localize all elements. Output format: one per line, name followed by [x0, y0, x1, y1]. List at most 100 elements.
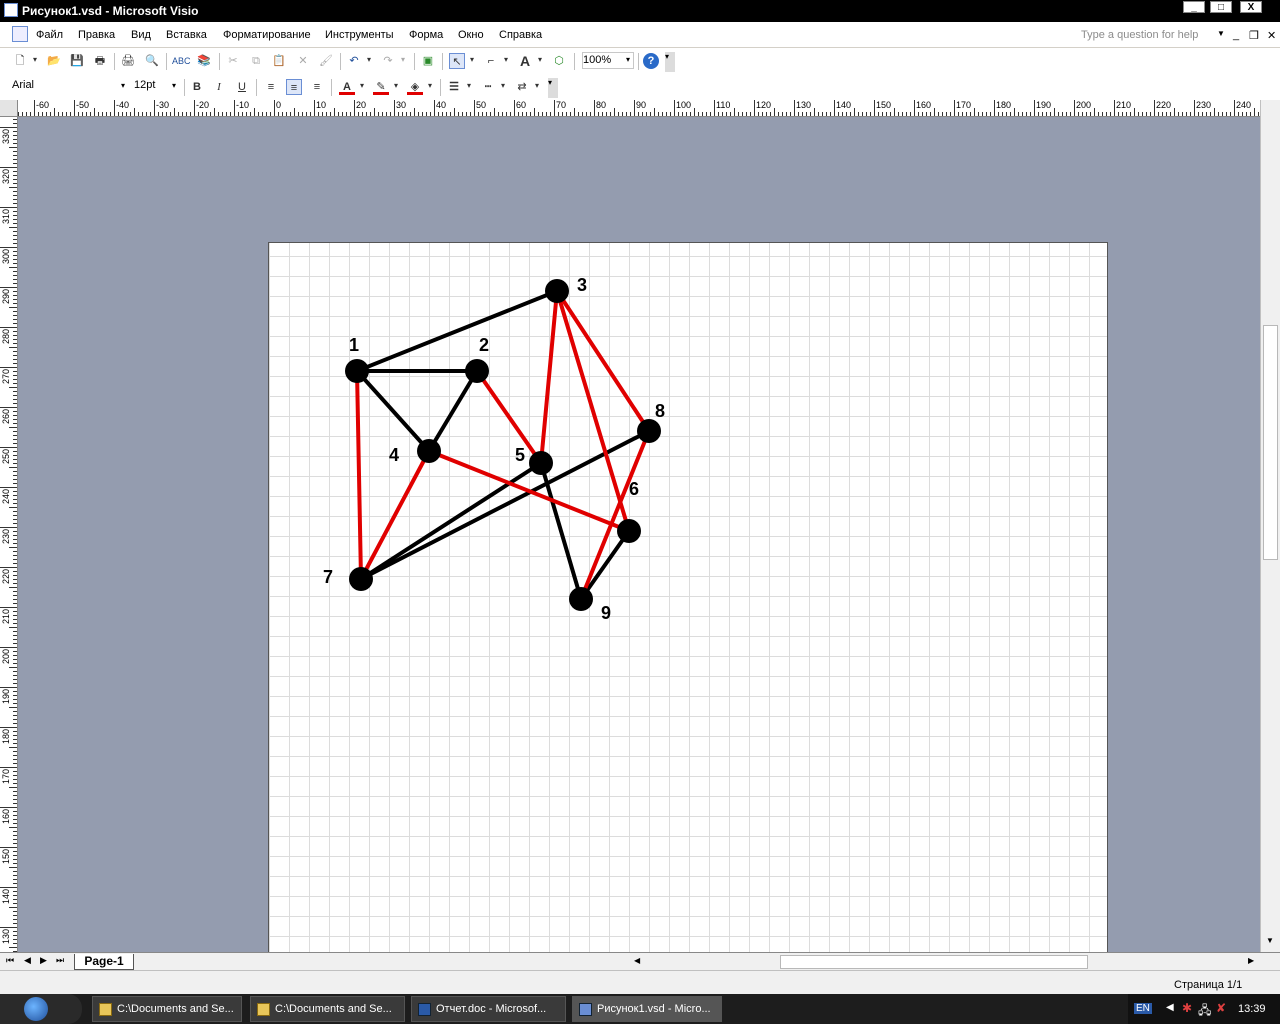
document-icon[interactable]: [12, 26, 28, 42]
tray-expand-icon[interactable]: ◀: [1166, 1002, 1174, 1013]
connector-tool-icon[interactable]: ⌐: [483, 53, 499, 69]
node-7[interactable]: [349, 567, 373, 591]
scroll-right-icon[interactable]: ▶: [1248, 956, 1254, 965]
menu-insert[interactable]: Вставка: [166, 29, 207, 41]
vertical-ruler[interactable]: 330 320 310 300 290 280 270 260 250 240 230 220 210 2…: [0, 117, 18, 952]
bold-button[interactable]: B: [189, 79, 205, 95]
taskbar-item-explorer-1[interactable]: C:\Documents and Se...: [92, 996, 242, 1022]
node-label-1[interactable]: 1: [349, 335, 359, 355]
edge-red-3-8[interactable]: [555, 289, 651, 433]
save-icon[interactable]: 💾: [69, 53, 85, 69]
node-label-6[interactable]: 6: [629, 479, 639, 499]
menu-tools[interactable]: Инструменты: [325, 29, 394, 41]
menu-file[interactable]: Файл: [36, 29, 63, 41]
prev-page-icon[interactable]: ◀: [24, 955, 31, 966]
help-question-input[interactable]: Type a question for help: [1081, 29, 1198, 41]
edge-red-3-5[interactable]: [539, 289, 559, 465]
vertical-scroll-thumb[interactable]: [1263, 325, 1278, 560]
first-page-icon[interactable]: ⏮: [6, 955, 14, 966]
menu-format[interactable]: Форматирование: [223, 29, 311, 41]
doc-close-button[interactable]: ✕: [1267, 29, 1276, 42]
node-2[interactable]: [465, 359, 489, 383]
network-icon[interactable]: 🖧: [1198, 1001, 1211, 1022]
node-label-2[interactable]: 2: [479, 335, 489, 355]
align-right-icon[interactable]: ≡: [309, 79, 325, 95]
fill-color-icon[interactable]: ◈: [407, 79, 423, 95]
cut-icon[interactable]: ✂: [225, 53, 241, 69]
node-label-9[interactable]: 9: [601, 603, 611, 623]
vertical-scrollbar[interactable]: ▼: [1260, 100, 1280, 952]
paste-icon[interactable]: 📋: [271, 53, 287, 69]
taskbar-item-word[interactable]: Отчет.doc - Microsof...: [411, 996, 566, 1022]
shapes-icon[interactable]: ▣: [420, 53, 436, 69]
menu-view[interactable]: Вид: [131, 29, 151, 41]
shapes-window-icon[interactable]: ⬡: [551, 53, 567, 69]
menu-window[interactable]: Окно: [458, 29, 484, 41]
edge-black-7-5[interactable]: [359, 461, 543, 581]
help-dropdown-icon[interactable]: ▼: [1217, 29, 1225, 38]
ruler-corner[interactable]: [0, 100, 18, 117]
minimize-button[interactable]: _: [1183, 1, 1205, 13]
horizontal-scrollbar[interactable]: ◀ ▶: [632, 955, 1260, 969]
print-icon[interactable]: 🖨: [120, 53, 136, 69]
line-pattern-icon[interactable]: ┅: [480, 79, 496, 95]
edge-red-2-5[interactable]: [475, 369, 543, 465]
doc-restore-button[interactable]: ❐: [1249, 29, 1259, 42]
toolbar-options-icon[interactable]: ▾: [665, 52, 675, 72]
horizontal-ruler[interactable]: -60 -50 -40 -30 -20 -10 0 10 20 30 40 50 60 70 80 90 100…: [18, 100, 1260, 117]
font-color-dropdown-icon[interactable]: ▾: [360, 81, 364, 90]
open-icon[interactable]: 📂: [46, 53, 62, 69]
node-4[interactable]: [417, 439, 441, 463]
menu-help[interactable]: Справка: [499, 29, 542, 41]
align-center-icon[interactable]: ≡: [286, 79, 302, 95]
taskbar-item-explorer-2[interactable]: C:\Documents and Se...: [250, 996, 405, 1022]
spelling-icon[interactable]: ABC: [172, 53, 191, 69]
scroll-down-icon[interactable]: ▼: [1266, 936, 1274, 945]
next-page-icon[interactable]: ▶: [40, 955, 47, 966]
undo-dropdown-icon[interactable]: ▾: [367, 55, 371, 64]
font-size-select[interactable]: 12pt ▾: [134, 79, 178, 96]
node-1[interactable]: [345, 359, 369, 383]
zoom-select[interactable]: 100% ▾: [582, 52, 634, 69]
node-label-8[interactable]: 8: [655, 401, 665, 421]
volume-icon[interactable]: ✘: [1216, 1001, 1226, 1015]
copy-icon[interactable]: ⧉: [248, 53, 264, 69]
connector-dropdown-icon[interactable]: ▾: [504, 55, 508, 64]
node-label-4[interactable]: 4: [389, 445, 399, 465]
align-left-icon[interactable]: ≡: [263, 79, 279, 95]
redo-dropdown-icon[interactable]: ▾: [401, 55, 405, 64]
tab-page-1[interactable]: Page-1: [74, 954, 134, 970]
format-toolbar-options-icon[interactable]: ▾: [548, 78, 558, 98]
node-label-3[interactable]: 3: [577, 275, 587, 295]
pointer-dropdown-icon[interactable]: ▾: [470, 55, 474, 64]
edge-black-2-4[interactable]: [427, 369, 479, 453]
edge-black-1-3[interactable]: [355, 289, 559, 373]
new-icon[interactable]: 🗋: [12, 53, 28, 69]
menu-shape[interactable]: Форма: [409, 29, 443, 41]
doc-minimize-button[interactable]: _: [1233, 29, 1239, 41]
visio-app-icon[interactable]: [4, 3, 18, 17]
permission-icon[interactable]: 🖶: [92, 53, 108, 69]
fill-color-dropdown-icon[interactable]: ▾: [428, 81, 432, 90]
line-color-icon[interactable]: ✎: [373, 79, 389, 95]
underline-button[interactable]: U: [234, 79, 250, 95]
delete-icon[interactable]: ✕: [295, 53, 311, 69]
new-dropdown-icon[interactable]: ▾: [33, 55, 37, 64]
undo-icon[interactable]: ↶: [346, 53, 362, 69]
taskbar-item-visio[interactable]: Рисунок1.vsd - Micro...: [572, 996, 722, 1022]
line-ends-icon[interactable]: ⇄: [514, 79, 530, 95]
node-9[interactable]: [569, 587, 593, 611]
format-painter-icon[interactable]: 🖌: [318, 53, 334, 69]
line-color-dropdown-icon[interactable]: ▾: [394, 81, 398, 90]
maximize-button[interactable]: □: [1210, 1, 1232, 13]
language-indicator[interactable]: EN: [1134, 1003, 1152, 1014]
edge-red-1-7[interactable]: [355, 369, 363, 581]
drawing-page[interactable]: 1 2 3 4 5 6 7 8 9: [268, 242, 1108, 952]
line-pattern-dropdown-icon[interactable]: ▾: [501, 81, 505, 90]
start-button[interactable]: [0, 994, 82, 1024]
graph-diagram[interactable]: 1 2 3 4 5 6 7 8 9: [269, 243, 1109, 952]
pointer-tool-icon[interactable]: ↖: [449, 53, 465, 69]
tray-app-icon[interactable]: ✱: [1182, 1001, 1192, 1015]
horizontal-scroll-thumb[interactable]: [780, 955, 1088, 969]
close-button[interactable]: X: [1240, 1, 1262, 13]
